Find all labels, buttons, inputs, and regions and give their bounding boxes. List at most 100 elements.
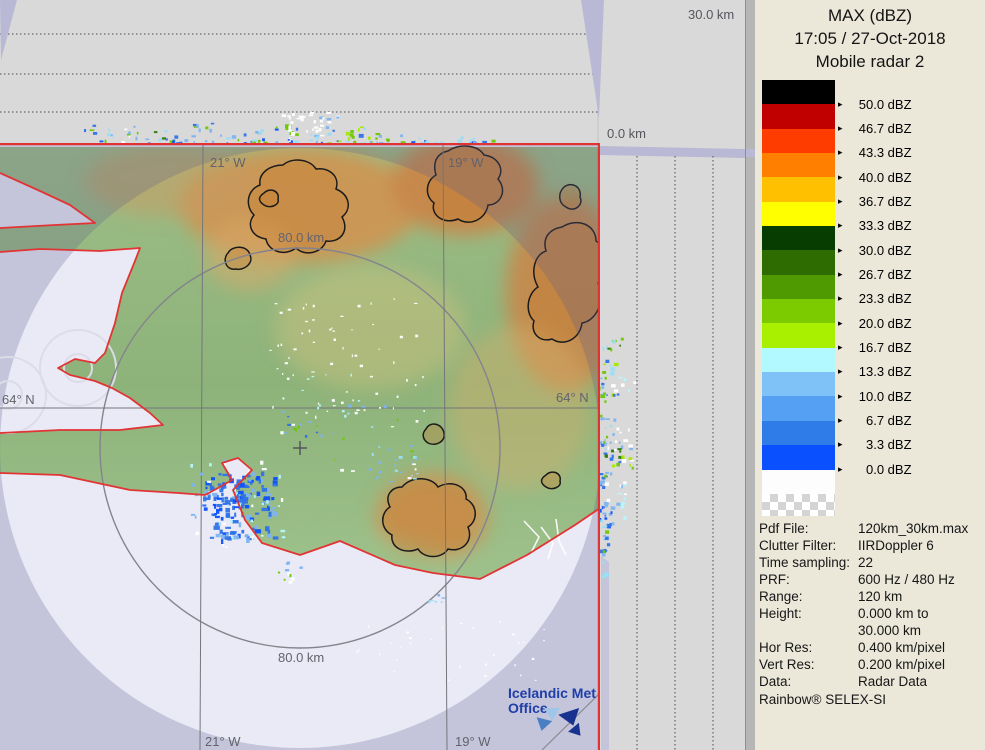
detail-row: 30.000 km (759, 622, 983, 639)
legend-entry-label: ▸40.0 dBZ (838, 169, 912, 185)
legend-swatch (762, 177, 835, 202)
legend-below-threshold-swatch (762, 469, 835, 494)
detail-label: Height: (759, 605, 858, 622)
legend-entry-label: ▸13.3 dBZ (838, 364, 912, 380)
detail-row: Time sampling:22 (759, 554, 983, 571)
legend-tick-arrow-icon: ▸ (838, 99, 843, 110)
no-data-band (600, 146, 745, 158)
legend-swatch (762, 348, 835, 373)
legend-value-text: 30.0 dBZ (846, 243, 912, 258)
detail-label: Vert Res: (759, 656, 858, 673)
legend-swatch (762, 104, 835, 129)
latitude-64n-label-left: 64° N (2, 392, 35, 407)
product-info-panel: MAX (dBZ) 17:05 / 27-Oct-2018 Mobile rad… (755, 0, 985, 750)
legend-entry-label: ▸20.0 dBZ (838, 315, 912, 331)
radar-display-canvas[interactable]: 30.0 km 0.0 km 80.0 km 80.0 km 21° W 21°… (0, 0, 745, 750)
legend-swatch (762, 275, 835, 300)
product-details: Pdf File:120km_30km.maxClutter Filter:II… (759, 520, 983, 690)
right-profile-echoes (598, 338, 636, 579)
legend-entry-label: ▸33.3 dBZ (838, 218, 912, 234)
legend-tick-arrow-icon: ▸ (838, 196, 843, 207)
detail-label: Pdf File: (759, 520, 858, 537)
detail-value: Radar Data (858, 673, 983, 690)
detail-label: Data: (759, 673, 858, 690)
legend-tick-arrow-icon: ▸ (838, 439, 843, 450)
legend-tick-arrow-icon: ▸ (838, 293, 843, 304)
legend-tick-arrow-icon: ▸ (838, 245, 843, 256)
detail-value: IIRDoppler 6 (858, 537, 983, 554)
legend-tick-arrow-icon: ▸ (838, 318, 843, 329)
detail-row: Data:Radar Data (759, 673, 983, 690)
legend-swatch (762, 153, 835, 178)
legend-entry-label: ▸10.0 dBZ (838, 388, 912, 404)
radar-graphics (0, 0, 745, 750)
legend-value-text: 26.7 dBZ (846, 267, 912, 282)
legend-swatch (762, 396, 835, 421)
legend-swatch (762, 421, 835, 446)
legend-entry-label: ▸36.7 dBZ (838, 194, 912, 210)
legend-swatch (762, 323, 835, 348)
detail-label: PRF: (759, 571, 858, 588)
product-datetime: 17:05 / 27-Oct-2018 (755, 29, 985, 49)
legend-value-text: 50.0 dBZ (846, 97, 912, 112)
detail-label: Range: (759, 588, 858, 605)
legend-value-text: 13.3 dBZ (846, 364, 912, 379)
detail-row: Height:0.000 km to (759, 605, 983, 622)
detail-value: 120km_30km.max (858, 520, 983, 537)
legend-swatch (762, 226, 835, 251)
legend-value-text: 46.7 dBZ (846, 121, 912, 136)
detail-value: 0.400 km/pixel (858, 639, 983, 656)
right-height-profile-strip (598, 156, 713, 750)
detail-label: Time sampling: (759, 554, 858, 571)
legend-entry-label: ▸6.7 dBZ (838, 413, 912, 429)
legend-entry-label: ▸0.0 dBZ (838, 461, 912, 477)
legend-tick-arrow-icon: ▸ (838, 147, 843, 158)
legend-value-text: 16.7 dBZ (846, 340, 912, 355)
radar-application-window: { "canvas": { "height_axis_max": "30.0 k… (0, 0, 985, 750)
detail-value: 600 Hz / 480 Hz (858, 571, 983, 588)
legend-entry-label: ▸16.7 dBZ (838, 340, 912, 356)
longitude-21w-label-top: 21° W (210, 155, 246, 170)
legend-value-text: 33.3 dBZ (846, 218, 912, 233)
detail-label: Hor Res: (759, 639, 858, 656)
detail-row: Range:120 km (759, 588, 983, 605)
legend-tick-arrow-icon: ▸ (838, 391, 843, 402)
legend-tick-arrow-icon: ▸ (838, 415, 843, 426)
legend-tick-arrow-icon: ▸ (838, 269, 843, 280)
detail-label (759, 622, 858, 639)
legend-entry-label: ▸43.3 dBZ (838, 145, 912, 161)
icelandic-met-office-logo: Icelandic Met Office (508, 686, 604, 744)
logo-text-line1: Icelandic Met (508, 686, 604, 701)
detail-value: 30.000 km (858, 622, 983, 639)
dbz-color-legend: ▸50.0 dBZ▸46.7 dBZ▸43.3 dBZ▸40.0 dBZ▸36.… (762, 80, 982, 516)
detail-row: PRF:600 Hz / 480 Hz (759, 571, 983, 588)
legend-swatch (762, 80, 835, 105)
legend-swatch (762, 250, 835, 275)
legend-value-text: 3.3 dBZ (846, 437, 912, 452)
legend-tick-arrow-icon: ▸ (838, 464, 843, 475)
legend-entry-label: ▸50.0 dBZ (838, 96, 912, 112)
legend-tick-arrow-icon: ▸ (838, 220, 843, 231)
legend-swatch (762, 202, 835, 227)
legend-swatch (762, 129, 835, 154)
height-axis-min-label: 0.0 km (607, 126, 646, 141)
legend-entry-label: ▸46.7 dBZ (838, 121, 912, 137)
no-data-wedge-right (581, 0, 604, 118)
legend-value-text: 10.0 dBZ (846, 389, 912, 404)
legend-tick-arrow-icon: ▸ (838, 342, 843, 353)
no-data-wedge-left (0, 0, 17, 60)
range-ring-label-bottom: 80.0 km (278, 650, 324, 665)
legend-value-text: 40.0 dBZ (846, 170, 912, 185)
logo-triangle-icon (534, 717, 552, 733)
longitude-19w-label-top: 19° W (448, 155, 484, 170)
legend-value-text: 6.7 dBZ (846, 413, 912, 428)
detail-row: Vert Res:0.200 km/pixel (759, 656, 983, 673)
longitude-19w-label-bottom: 19° W (455, 734, 491, 749)
legend-entry-label: ▸26.7 dBZ (838, 267, 912, 283)
top-height-profile-strip (0, 0, 604, 149)
legend-swatch (762, 445, 835, 470)
detail-value: 22 (858, 554, 983, 571)
legend-tick-arrow-icon: ▸ (838, 366, 843, 377)
height-axis-max-label: 30.0 km (688, 7, 734, 22)
longitude-21w-label-bottom: 21° W (205, 734, 241, 749)
